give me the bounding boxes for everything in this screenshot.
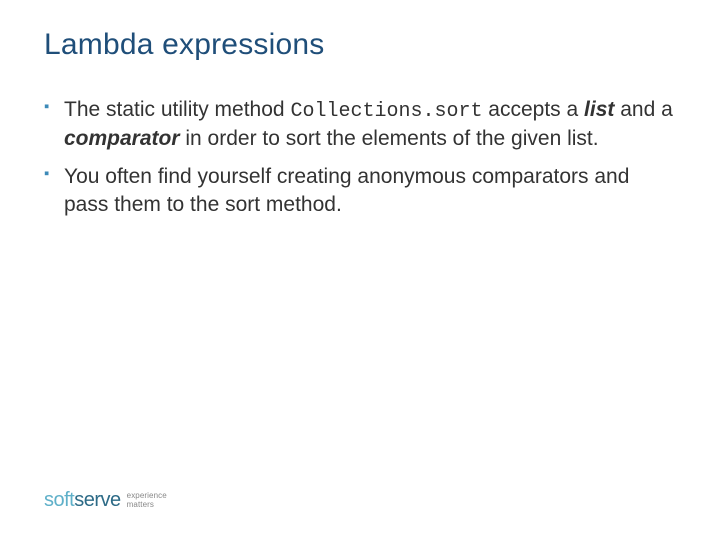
bullet-item: The static utility method Collections.so… — [44, 96, 676, 153]
logo-tagline-line: matters — [127, 501, 167, 509]
bullet-text: in order to sort the elements of the giv… — [180, 127, 599, 150]
bullet-text: The static utility method — [64, 98, 290, 121]
bullet-text: You often find yourself creating anonymo… — [64, 165, 629, 216]
keyword-span: comparator — [64, 127, 180, 150]
bullet-text: accepts a — [482, 98, 584, 121]
slide: Lambda expressions The static utility me… — [0, 0, 720, 219]
logo-part-soft: soft — [44, 489, 74, 511]
logo-tagline: experience matters — [127, 492, 167, 509]
logo-part-serve: serve — [74, 489, 120, 511]
keyword-span: list — [584, 98, 614, 121]
bullet-text: and a — [614, 98, 672, 121]
slide-title: Lambda expressions — [44, 28, 676, 62]
code-span: Collections.sort — [290, 100, 482, 123]
bullet-list: The static utility method Collections.so… — [44, 96, 676, 219]
logo: softserve experience matters — [44, 489, 167, 512]
bullet-item: You often find yourself creating anonymo… — [44, 163, 676, 218]
logo-wordmark: softserve — [44, 489, 121, 512]
